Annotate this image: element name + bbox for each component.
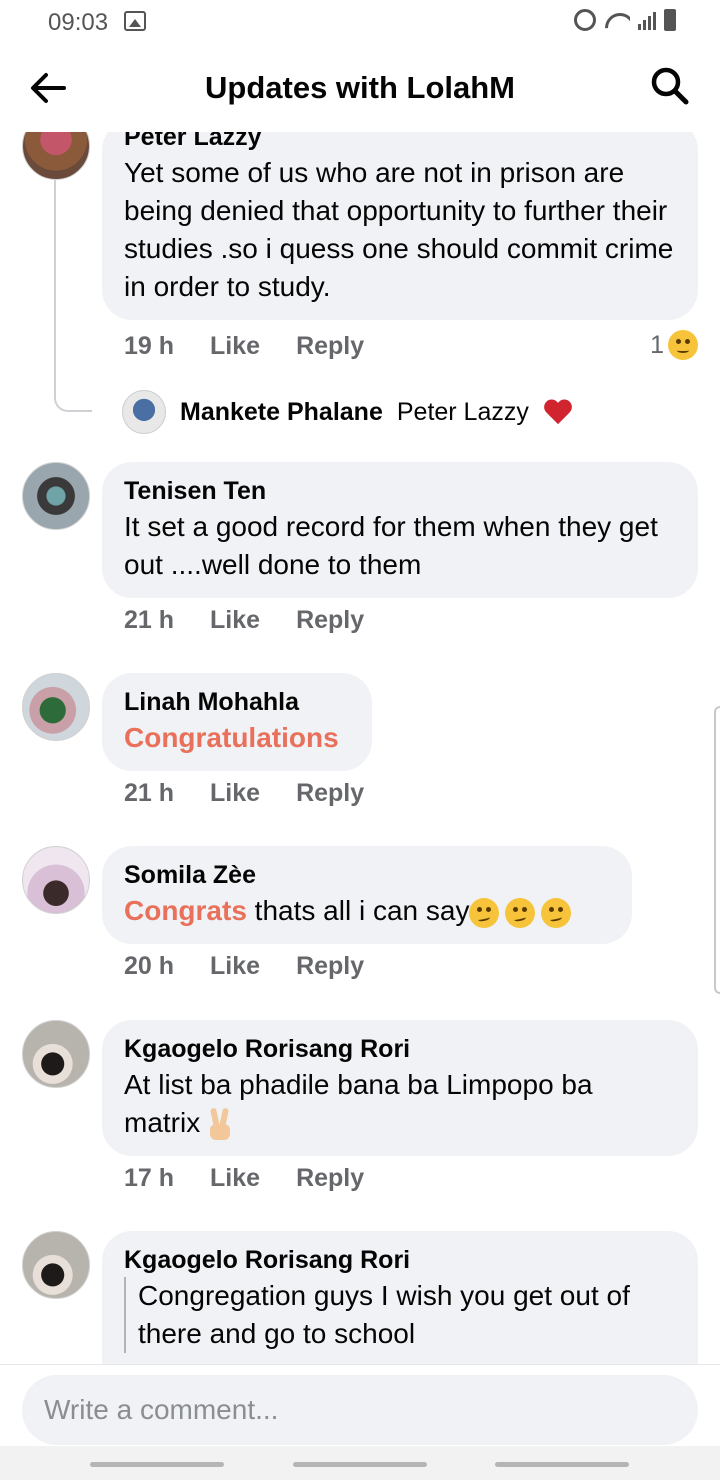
comment-time: 21 h <box>124 606 175 634</box>
wifi-icon <box>604 9 630 31</box>
comment-text: It set a good record for them when they … <box>124 511 658 580</box>
avatar[interactable] <box>22 673 90 741</box>
like-button[interactable]: Like <box>210 779 260 808</box>
sad-face-emoji-icon <box>668 330 698 360</box>
comment-time: 20 h <box>124 952 175 980</box>
avatar[interactable] <box>22 1020 90 1088</box>
comment-author[interactable]: Somila Zèe <box>124 858 610 892</box>
comment-time: 17 h <box>124 1164 175 1192</box>
comment-text-line-2-content: matrix <box>124 1107 201 1138</box>
reply-button[interactable]: Reply <box>296 1164 364 1193</box>
comment-text-line-1: At list ba phadile bana ba Limpopo ba <box>124 1069 593 1100</box>
status-time: 09:03 <box>48 9 109 36</box>
search-icon[interactable] <box>650 66 690 106</box>
reply-text: Peter Lazzy <box>396 397 529 426</box>
alarm-icon <box>574 9 596 31</box>
comment-text-line-2: matrix <box>124 1104 676 1142</box>
comment-actions: 19 h Like Reply <box>124 332 364 361</box>
smirk-emoji-icon <box>469 897 500 928</box>
comment-author[interactable]: Kgaogelo Rorisang Rori <box>124 1032 676 1066</box>
avatar[interactable] <box>122 390 166 434</box>
nav-home-button[interactable] <box>293 1462 427 1467</box>
comment-bubble[interactable]: Kgaogelo Rorisang Rori At list ba phadil… <box>102 1020 698 1156</box>
scrollbar[interactable] <box>714 706 720 994</box>
status-bar: 09:03 <box>0 0 720 44</box>
comment-text: Congrats thats all i can say <box>124 892 610 930</box>
comment-bubble[interactable]: Kgaogelo Rorisang Rori Congregation guys… <box>102 1231 698 1364</box>
comment-text-rest: thats all i can say <box>246 895 470 926</box>
battery-icon <box>664 9 676 31</box>
comment-actions: 17 h Like Reply <box>124 1164 364 1193</box>
reply-preview[interactable]: Mankete Phalane Peter Lazzy <box>122 390 573 434</box>
comment-bubble[interactable]: Somila Zèe Congrats thats all i can say <box>102 846 632 944</box>
avatar[interactable] <box>22 1231 90 1299</box>
reply-button[interactable]: Reply <box>296 952 364 981</box>
like-button[interactable]: Like <box>210 332 260 361</box>
image-icon <box>124 11 146 31</box>
comment-actions: 21 h Like Reply <box>124 606 364 635</box>
like-button[interactable]: Like <box>210 606 260 635</box>
avatar[interactable] <box>22 462 90 530</box>
comments-feed[interactable]: Peter Lazzy Yet some of us who are not i… <box>0 132 720 1364</box>
nav-back-button[interactable] <box>495 1462 629 1467</box>
signal-icon <box>638 10 656 30</box>
reply-author[interactable]: Mankete Phalane <box>180 398 383 427</box>
comment-author[interactable]: Kgaogelo Rorisang Rori <box>124 1243 676 1277</box>
smirk-emoji-icon <box>541 897 572 928</box>
top-app-bar: Updates with LolahM <box>0 44 720 132</box>
comment-bubble[interactable]: Linah Mohahla Congratulations <box>102 673 372 771</box>
avatar[interactable] <box>22 132 90 180</box>
comment-text: Yet some of us who are not in prison are… <box>124 157 674 302</box>
comment-author[interactable]: Peter Lazzy <box>124 132 676 154</box>
reaction-summary[interactable]: 1 <box>650 330 698 360</box>
nav-recents-button[interactable] <box>90 1462 224 1467</box>
comment-bubble[interactable]: Tenisen Ten It set a good record for the… <box>102 462 698 598</box>
like-button[interactable]: Like <box>210 952 260 981</box>
comment-bubble[interactable]: Peter Lazzy Yet some of us who are not i… <box>102 132 698 320</box>
comment-actions: 20 h Like Reply <box>124 952 364 981</box>
reply-button[interactable]: Reply <box>296 606 364 635</box>
system-nav-bar <box>0 1446 720 1480</box>
comment-text-line-2: there and go to school <box>138 1318 416 1349</box>
like-button[interactable]: Like <box>210 1164 260 1193</box>
reply-button[interactable]: Reply <box>296 779 364 808</box>
reply-button[interactable]: Reply <box>296 332 364 361</box>
broken-heart-emoji-icon <box>543 398 573 426</box>
comment-text: Congratulations <box>124 722 339 753</box>
comment-author[interactable]: Linah Mohahla <box>124 685 350 719</box>
status-icons <box>574 9 676 31</box>
victory-hand-emoji-icon <box>208 1108 232 1142</box>
comment-text-line-1: Congregation guys I wish you get out of <box>138 1280 630 1311</box>
comment-author[interactable]: Tenisen Ten <box>124 474 676 508</box>
comment-input[interactable] <box>22 1375 698 1445</box>
reaction-count: 1 <box>650 330 664 359</box>
comment-highlight: Congrats <box>124 895 247 926</box>
comment-composer <box>0 1364 720 1445</box>
comment-time: 19 h <box>124 332 175 360</box>
smirk-emoji-icon <box>505 897 536 928</box>
comment-time: 21 h <box>124 779 175 807</box>
quoted-text: Congregation guys I wish you get out of … <box>124 1277 676 1353</box>
reply-thread-line <box>54 180 92 412</box>
comment-actions: 21 h Like Reply <box>124 779 364 808</box>
avatar[interactable] <box>22 846 90 914</box>
page-title: Updates with LolahM <box>205 70 515 105</box>
